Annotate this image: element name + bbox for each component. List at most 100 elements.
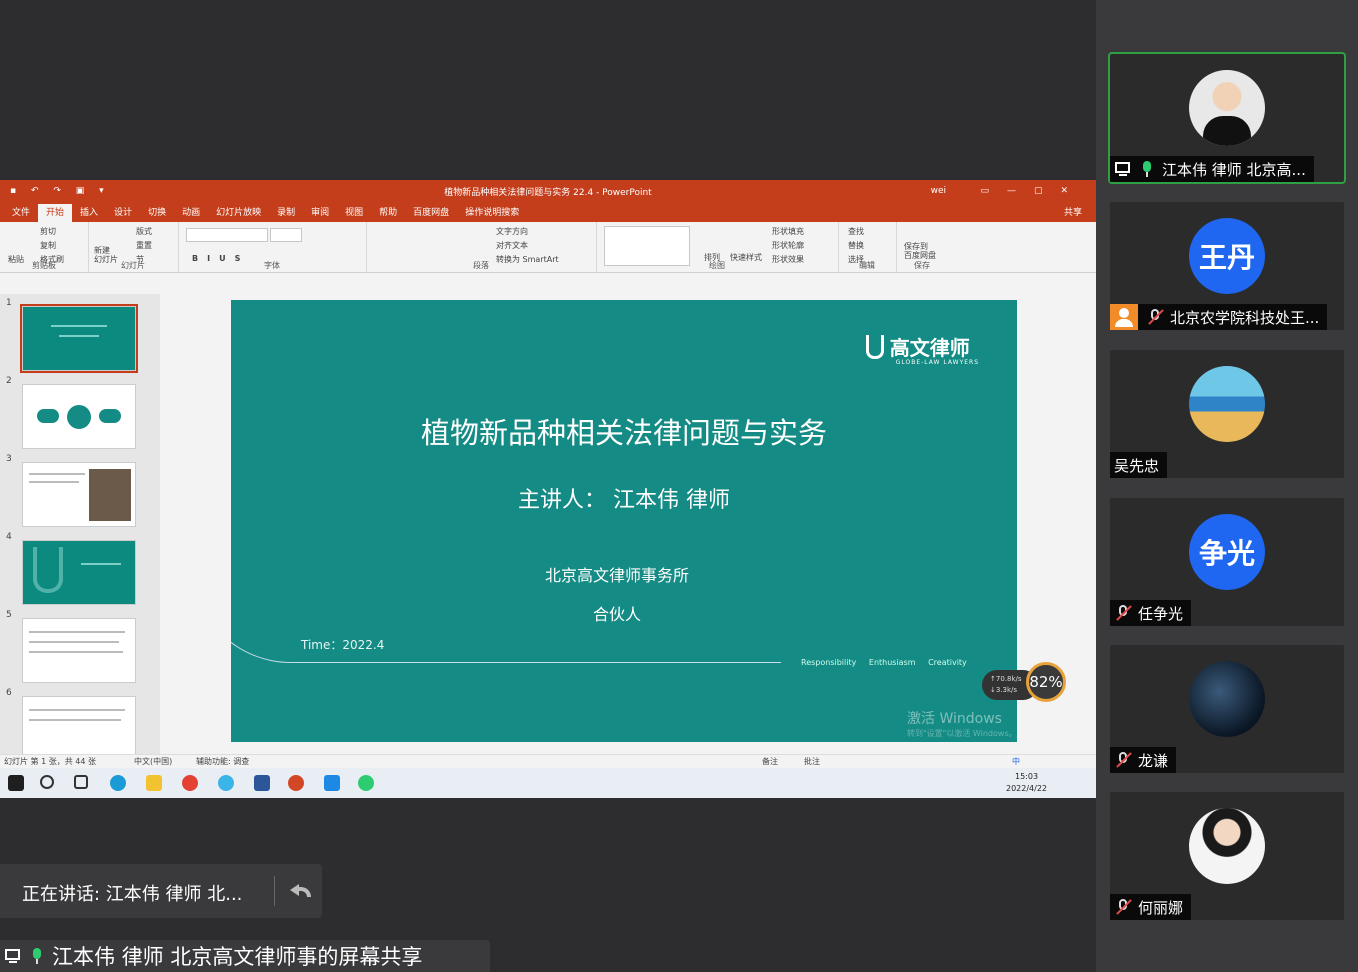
network-speed-widget[interactable]: ↑70.8k/s ↓3.3k/s 82%	[982, 662, 1066, 706]
activate-windows-title: 激活 Windows	[907, 711, 1002, 727]
shape-fill-button[interactable]: 形状填充	[772, 226, 804, 237]
participant-panel: 江本伟 律师 北京高... 王丹 北京农学院科技处王... 吴先忠 争光 任争光…	[1096, 0, 1358, 972]
participant-name: 何丽娜	[1138, 898, 1184, 917]
tab-design[interactable]: 设计	[106, 204, 140, 222]
tab-baidu[interactable]: 百度网盘	[405, 204, 457, 222]
find-button[interactable]: 查找	[848, 226, 864, 237]
drawing-group: 排列 快速样式 形状填充 形状轮廓 形状效果 绘图	[596, 222, 839, 272]
paragraph-group: 文字方向 对齐文本 转换为 SmartArt 段落	[366, 222, 597, 272]
participant-tile-wang[interactable]: 王丹 北京农学院科技处王...	[1110, 202, 1344, 330]
save-to-baidu-button[interactable]: 保存到 百度网盘	[904, 242, 936, 260]
font-size-box[interactable]	[270, 228, 302, 242]
file-explorer-icon[interactable]	[146, 775, 162, 791]
word-icon[interactable]	[254, 775, 270, 791]
screen-share-icon	[4, 947, 22, 965]
clock-date: 2022/4/22	[1006, 784, 1048, 793]
slide-thumbnail-4[interactable]	[22, 540, 136, 605]
copy-button[interactable]: 复制	[40, 240, 56, 251]
windows-start-icon[interactable]	[8, 775, 24, 791]
ime-indicator[interactable]: 中	[1012, 756, 1020, 767]
tell-me-search[interactable]: 操作说明搜索	[457, 204, 527, 222]
slide-thumbnail-5[interactable]	[22, 618, 136, 683]
accessibility-indicator[interactable]: 辅助功能: 调查	[196, 756, 249, 767]
cut-button[interactable]: 剪切	[40, 226, 56, 237]
edge-icon[interactable]	[110, 775, 126, 791]
group-label: 绘图	[709, 261, 725, 270]
reply-icon[interactable]	[288, 878, 312, 902]
clock-time: 15:03	[1014, 772, 1039, 781]
font-name-box[interactable]	[186, 228, 268, 242]
mic-icon[interactable]	[1138, 160, 1156, 178]
participant-avatar	[1189, 808, 1265, 884]
tab-slideshow[interactable]: 幻灯片放映	[208, 204, 269, 222]
slide-thumbnail-1[interactable]	[20, 304, 138, 373]
group-label: 剪贴板	[32, 261, 56, 270]
tab-view[interactable]: 视图	[337, 204, 371, 222]
thumbnail-number: 2	[6, 376, 12, 386]
participant-tile-ren[interactable]: 争光 任争光	[1110, 498, 1344, 626]
participant-tile-he[interactable]: 何丽娜	[1110, 792, 1344, 920]
slide-thumbnail-3[interactable]	[22, 462, 136, 527]
tab-file[interactable]: 文件	[4, 204, 38, 222]
participant-namebar: 何丽娜	[1110, 894, 1192, 920]
participant-tile-long[interactable]: 龙谦	[1110, 645, 1344, 773]
user-name[interactable]: wei	[931, 186, 946, 196]
shape-outline-button[interactable]: 形状轮廓	[772, 240, 804, 251]
firm-logo: 高文律师 GLOBE-LAW LAWYERS	[865, 332, 979, 366]
tab-insert[interactable]: 插入	[72, 204, 106, 222]
clipboard-group: 粘贴 剪切 复制 格式刷 剪贴板	[0, 222, 89, 272]
reset-button[interactable]: 重置	[136, 240, 152, 251]
editing-group: 查找 替换 选择 编辑	[838, 222, 897, 272]
meeting-app-icon[interactable]	[324, 775, 340, 791]
browser-icon[interactable]	[218, 775, 234, 791]
logo-subtext: GLOBE-LAW LAWYERS	[895, 359, 979, 366]
participant-name: 吴先忠	[1114, 456, 1160, 475]
windows-taskbar: 15:03 2022/4/22	[0, 768, 1096, 798]
tab-animations[interactable]: 动画	[174, 204, 208, 222]
slide-canvas[interactable]: 高文律师 GLOBE-LAW LAWYERS 植物新品种相关法律问题与实务 主讲…	[231, 300, 1017, 742]
font-group: BIUS 字体	[178, 222, 367, 272]
mic-muted-icon[interactable]	[1146, 308, 1164, 326]
system-clock[interactable]: 15:03 2022/4/22	[1006, 771, 1047, 795]
slide-thumbnail-pane: 1 2 3 4 5 6	[0, 294, 160, 761]
comments-button[interactable]: 批注	[804, 756, 820, 767]
window-controls[interactable]: ▭—▢✕	[980, 186, 1086, 196]
slide-speaker: 主讲人： 江本伟 律师	[518, 488, 730, 513]
text-direction-button[interactable]: 文字方向	[496, 226, 528, 237]
mic-icon	[28, 947, 46, 965]
language-indicator[interactable]: 中文(中国)	[134, 756, 172, 767]
chrome-icon[interactable]	[182, 775, 198, 791]
mic-muted-icon[interactable]	[1114, 898, 1132, 916]
align-text-button[interactable]: 对齐文本	[496, 240, 528, 251]
participant-name: 北京农学院科技处王...	[1170, 308, 1320, 327]
participant-namebar: 江本伟 律师 北京高...	[1110, 156, 1314, 182]
powerpoint-icon[interactable]	[288, 775, 304, 791]
tab-review[interactable]: 审阅	[303, 204, 337, 222]
tab-record[interactable]: 录制	[269, 204, 303, 222]
tab-home[interactable]: 开始	[38, 204, 73, 222]
ppt-titlebar: ▪ ↶ ↷ ▣ ▾ 植物新品种相关法律问题与实务 22.4 - PowerPoi…	[0, 180, 1096, 202]
tab-help[interactable]: 帮助	[371, 204, 405, 222]
notes-button[interactable]: 备注	[762, 756, 778, 767]
group-label: 保存	[914, 261, 930, 270]
participant-tile-jiang[interactable]: 江本伟 律师 北京高...	[1108, 52, 1346, 184]
replace-button[interactable]: 替换	[848, 240, 864, 251]
participant-tile-wu[interactable]: 吴先忠	[1110, 350, 1344, 478]
participant-avatar	[1189, 366, 1265, 442]
search-icon[interactable]	[40, 775, 54, 789]
slide-thumbnail-2[interactable]	[22, 384, 136, 449]
group-label: 编辑	[859, 261, 875, 270]
layout-button[interactable]: 版式	[136, 226, 152, 237]
mic-muted-icon[interactable]	[1114, 604, 1132, 622]
divider	[274, 876, 275, 906]
slides-group: 新建 幻灯片 版式 重置 节 幻灯片	[88, 222, 179, 272]
share-banner-text: 江本伟 律师 北京高文律师事的屏幕共享	[52, 945, 423, 969]
participant-name: 龙谦	[1138, 751, 1169, 770]
task-view-icon[interactable]	[74, 775, 88, 789]
tab-transitions[interactable]: 切换	[140, 204, 174, 222]
wechat-icon[interactable]	[358, 775, 374, 791]
group-label: 幻灯片	[121, 261, 145, 270]
mic-muted-icon[interactable]	[1114, 751, 1132, 769]
slide-thumbnail-6[interactable]	[22, 696, 136, 761]
share-button[interactable]: 共享	[1064, 204, 1082, 222]
